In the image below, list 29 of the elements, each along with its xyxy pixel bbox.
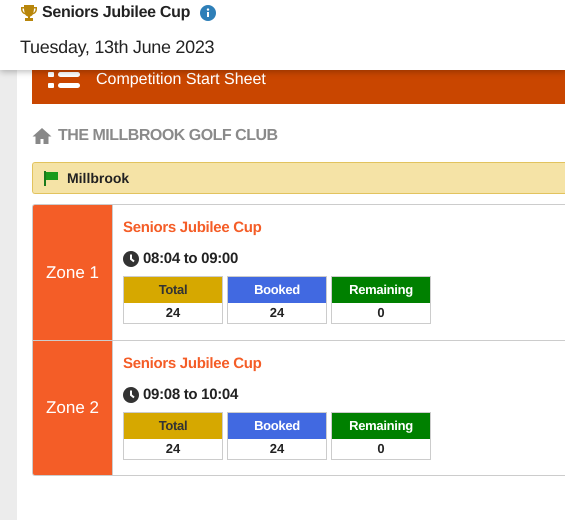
stat-label: Booked — [228, 277, 326, 303]
stat-value: 24 — [268, 304, 286, 322]
club-name: THE MILLBROOK GOLF CLUB — [58, 126, 278, 146]
competition-title: Seniors Jubilee Cup — [42, 3, 190, 23]
competition-link[interactable]: Seniors Jubilee Cup — [123, 353, 262, 376]
stat-value: 24 — [164, 440, 182, 458]
info-icon[interactable] — [200, 5, 216, 21]
course-name: Millbrook — [67, 168, 130, 188]
competition-link[interactable]: Seniors Jubilee Cup — [123, 217, 262, 240]
stat-value: 0 — [376, 440, 386, 458]
zone-name: Zone 1 — [46, 262, 99, 284]
zone-name: Zone 2 — [46, 397, 99, 420]
stat-value: 24 — [164, 304, 182, 322]
stat-label: Remaining — [332, 277, 430, 303]
time-range: 09:08 to 10:04 — [143, 384, 238, 404]
banner-title: Competition Start Sheet — [96, 70, 266, 90]
flag-icon — [43, 170, 59, 186]
stat-label: Total — [124, 413, 222, 439]
stat-value: 24 — [268, 440, 286, 458]
stat-value: 0 — [376, 304, 386, 322]
home-icon — [32, 127, 52, 145]
competition-date: Tuesday, 13th June 2023 — [20, 36, 216, 59]
time-range: 08:04 to 09:00 — [143, 248, 238, 268]
trophy-icon — [20, 4, 38, 22]
clock-icon — [123, 250, 139, 267]
stat-label: Total — [124, 277, 222, 303]
stat-label: Remaining — [332, 413, 430, 439]
stat-label: Booked — [228, 413, 326, 439]
clock-icon — [123, 386, 139, 403]
